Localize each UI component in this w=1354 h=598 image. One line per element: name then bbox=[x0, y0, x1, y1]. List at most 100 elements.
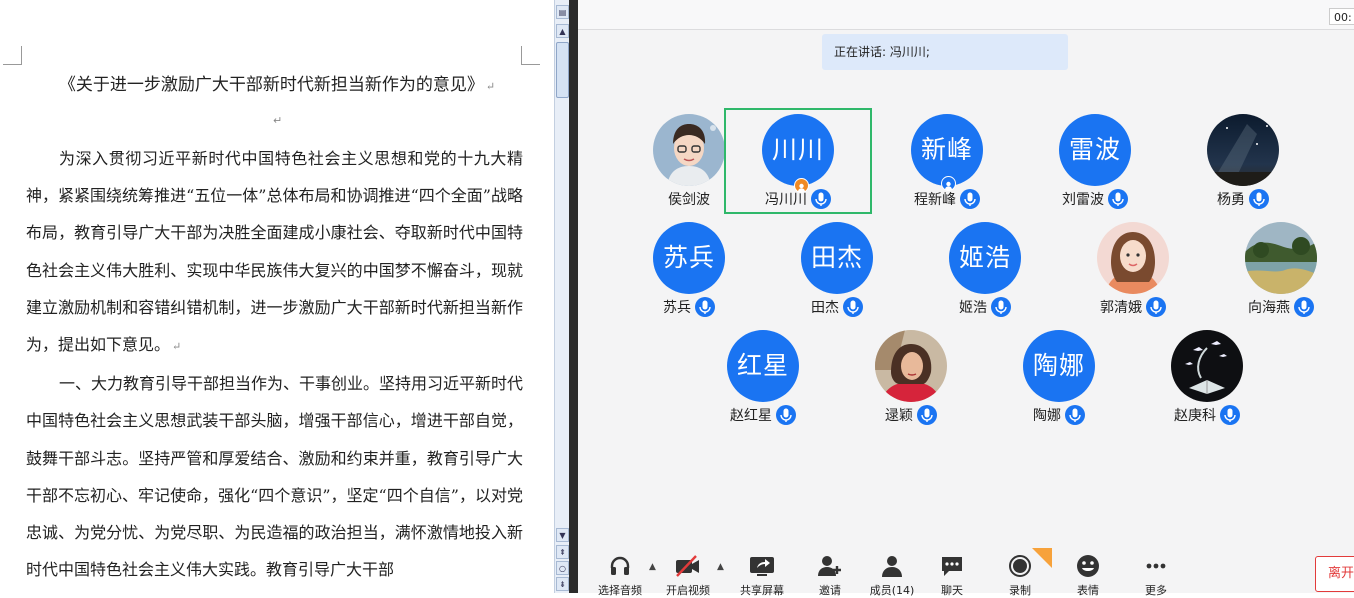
participant-name-row: 赵庚科 bbox=[1133, 404, 1281, 426]
microphone-icon[interactable] bbox=[1294, 297, 1314, 317]
participant-tile[interactable]: 雷波 刘雷波 bbox=[1021, 108, 1169, 214]
participant-name: 郭清娥 bbox=[1100, 300, 1142, 316]
record-icon bbox=[1009, 555, 1031, 577]
start-video-button[interactable]: 开启视频 bbox=[658, 554, 718, 598]
participant-name-row: 赵红星 bbox=[689, 404, 837, 426]
participant-name-row: 姬浩 bbox=[911, 296, 1059, 318]
new-feature-badge bbox=[1032, 548, 1052, 568]
paragraph-mark-icon: ↵ bbox=[273, 114, 283, 127]
participant-tile[interactable]: 郭清娥 bbox=[1059, 216, 1207, 322]
participant-name: 向海燕 bbox=[1248, 300, 1290, 316]
microphone-icon[interactable] bbox=[1065, 405, 1085, 425]
meeting-toolbar: 选择音频 ▲ 开启视频 ▲ 共享屏幕 邀请 成员(14) 聊天 录制 表情 更多 bbox=[578, 548, 1354, 597]
speaking-indicator: 正在讲话: 冯川川; bbox=[822, 34, 1068, 70]
participant-name-row: 陶娜 bbox=[985, 404, 1133, 426]
microphone-icon[interactable] bbox=[811, 189, 831, 209]
microphone-icon[interactable] bbox=[991, 297, 1011, 317]
participant-avatar: 红星 bbox=[727, 330, 799, 402]
microphone-icon[interactable] bbox=[960, 189, 980, 209]
share-screen-button[interactable]: 共享屏幕 bbox=[732, 554, 792, 598]
participant-tile[interactable]: 赵庚科 bbox=[1133, 324, 1281, 430]
participant-avatar: 陶娜 bbox=[1023, 330, 1095, 402]
participant-name-row: 向海燕 bbox=[1207, 296, 1354, 318]
scroll-up-button[interactable]: ▲ bbox=[556, 24, 569, 38]
share-screen-icon bbox=[750, 557, 774, 576]
participant-name-row: 刘雷波 bbox=[1021, 188, 1169, 210]
participant-tile[interactable]: 向海燕 bbox=[1207, 216, 1354, 322]
scroll-thumb[interactable] bbox=[556, 42, 569, 98]
participant-name: 姬浩 bbox=[959, 300, 987, 316]
participant-tile[interactable]: 田杰 田杰 bbox=[763, 216, 911, 322]
add-user-icon bbox=[818, 556, 841, 576]
microphone-icon[interactable] bbox=[695, 297, 715, 317]
participant-name-row: 郭清娥 bbox=[1059, 296, 1207, 318]
microphone-icon[interactable] bbox=[1220, 405, 1240, 425]
page-corner-mark bbox=[3, 46, 22, 65]
meeting-title-bar: 00: bbox=[578, 0, 1354, 30]
previous-page-button[interactable]: ⇞ bbox=[556, 545, 569, 559]
participant-avatar bbox=[1097, 222, 1169, 294]
microphone-icon[interactable] bbox=[1108, 189, 1128, 209]
participant-avatar bbox=[875, 330, 947, 402]
participant-tile[interactable]: 新峰 程新峰 bbox=[873, 108, 1021, 214]
participant-avatar: 苏兵 bbox=[653, 222, 725, 294]
video-options-caret[interactable]: ▲ bbox=[717, 562, 724, 572]
participant-tile[interactable]: 苏兵 苏兵 bbox=[615, 216, 763, 322]
participant-name-row: 程新峰 bbox=[873, 188, 1021, 210]
select-audio-button[interactable]: 选择音频 bbox=[590, 554, 650, 598]
page-corner-mark bbox=[521, 46, 540, 65]
more-icon bbox=[1146, 563, 1166, 569]
meeting-timer: 00: bbox=[1329, 8, 1354, 25]
microphone-icon[interactable] bbox=[843, 297, 863, 317]
participant-name: 赵红星 bbox=[730, 408, 772, 424]
participant-tile[interactable]: 红星 赵红星 bbox=[689, 324, 837, 430]
participant-avatar bbox=[1245, 222, 1317, 294]
chat-button[interactable]: 聊天 bbox=[922, 554, 982, 598]
more-button[interactable]: 更多 bbox=[1126, 554, 1186, 598]
participant-name-row: 苏兵 bbox=[615, 296, 763, 318]
window-divider bbox=[569, 0, 578, 593]
members-icon bbox=[882, 556, 902, 577]
participant-name-row: 逯颖 bbox=[837, 404, 985, 426]
participant-name: 苏兵 bbox=[663, 300, 691, 316]
participant-avatar bbox=[653, 114, 725, 186]
participant-tile[interactable]: 川川 冯川川 bbox=[724, 108, 872, 214]
chat-icon bbox=[942, 557, 962, 576]
microphone-icon[interactable] bbox=[917, 405, 937, 425]
document-title: 《关于进一步激励广大干部新时代新担当新作为的意见》 ↵ bbox=[58, 75, 496, 95]
leave-meeting-button[interactable]: 离开 bbox=[1315, 556, 1354, 592]
invite-button[interactable]: 邀请 bbox=[800, 554, 860, 598]
next-page-button[interactable]: ⇟ bbox=[556, 577, 569, 591]
scroll-down-button[interactable]: ▼ bbox=[556, 528, 569, 542]
microphone-icon[interactable] bbox=[1249, 189, 1269, 209]
document-pane[interactable]: 《关于进一步激励广大干部新时代新担当新作为的意见》 ↵ ↵ 为深入贯彻习近平新时代… bbox=[0, 0, 554, 593]
participant-tile[interactable]: 姬浩 姬浩 bbox=[911, 216, 1059, 322]
participant-name: 侯剑波 bbox=[668, 192, 710, 208]
participant-avatar: 川川 bbox=[762, 114, 834, 186]
paragraph-mark-icon: ↵ bbox=[485, 80, 496, 93]
participant-tile[interactable]: 逯颖 bbox=[837, 324, 985, 430]
vertical-scrollbar[interactable]: ▤ ▲ ▼ ⇞ ○ ⇟ bbox=[554, 0, 570, 593]
participant-name: 赵庚科 bbox=[1174, 408, 1216, 424]
participant-name: 刘雷波 bbox=[1062, 192, 1104, 208]
document-body: 为深入贯彻习近平新时代中国特色社会主义思想和党的十九大精神，紧紧围绕统筹推进“五… bbox=[26, 140, 523, 588]
participant-name: 逯颖 bbox=[885, 408, 913, 424]
participant-name-row: 杨勇 bbox=[1169, 188, 1317, 210]
participant-name: 田杰 bbox=[811, 300, 839, 316]
participant-tile[interactable]: 陶娜 陶娜 bbox=[985, 324, 1133, 430]
document-paragraph: 一、大力教育引导干部担当作为、干事创业。坚持用习近平新时代中国特色社会主义思想武… bbox=[26, 374, 524, 580]
reactions-button[interactable]: 表情 bbox=[1058, 554, 1118, 598]
video-off-icon bbox=[676, 555, 699, 577]
microphone-icon[interactable] bbox=[776, 405, 796, 425]
participant-name: 程新峰 bbox=[914, 192, 956, 208]
emoji-icon bbox=[1077, 555, 1099, 577]
participant-avatar bbox=[1207, 114, 1279, 186]
participant-name: 冯川川 bbox=[765, 192, 807, 208]
browse-object-button[interactable]: ○ bbox=[556, 561, 569, 575]
participant-tile[interactable]: 杨勇 bbox=[1169, 108, 1317, 214]
microphone-icon[interactable] bbox=[1146, 297, 1166, 317]
headphones-icon bbox=[610, 556, 630, 575]
audio-options-caret[interactable]: ▲ bbox=[649, 562, 656, 572]
ruler-toggle-icon[interactable]: ▤ bbox=[556, 5, 569, 19]
members-button[interactable]: 成员(14) bbox=[862, 554, 922, 598]
